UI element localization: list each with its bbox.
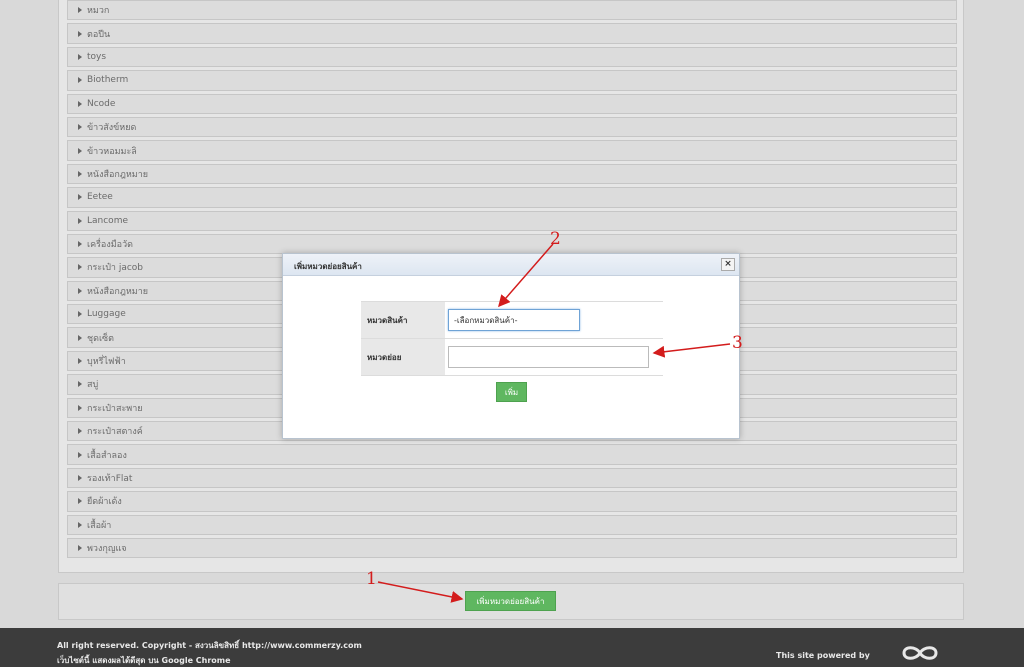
modal-add-button[interactable]: เพิ่ม	[496, 382, 527, 402]
modal-title: เพิ่มหมวดย่อยสินค้า	[294, 262, 362, 271]
category-label: หมวดสินค้า	[361, 301, 445, 339]
add-subcategory-modal: เพิ่มหมวดย่อยสินค้า × หมวดสินค้า -เลือกห…	[282, 253, 740, 439]
footer-copyright: All right reserved. Copyright - สงวนลิขส…	[57, 641, 362, 650]
subcategory-form: หมวดสินค้า -เลือกหมวดสินค้า- หมวดย่อย	[361, 301, 663, 376]
category-select[interactable]: -เลือกหมวดสินค้า-	[448, 309, 580, 331]
category-select-value: -เลือกหมวดสินค้า-	[454, 315, 518, 325]
subcategory-label: หมวดย่อย	[361, 338, 445, 376]
subcategory-input[interactable]	[448, 346, 649, 368]
modal-header: เพิ่มหมวดย่อยสินค้า ×	[283, 254, 739, 276]
close-icon[interactable]: ×	[721, 258, 735, 271]
footer: All right reserved. Copyright - สงวนลิขส…	[0, 628, 1024, 667]
footer-browser-note: เว็บไซต์นี้ แสดงผลได้ดีสุด บน Google Chr…	[57, 656, 231, 665]
infinity-logo-icon	[902, 646, 938, 660]
footer-powered-by: This site powered by	[776, 651, 870, 660]
